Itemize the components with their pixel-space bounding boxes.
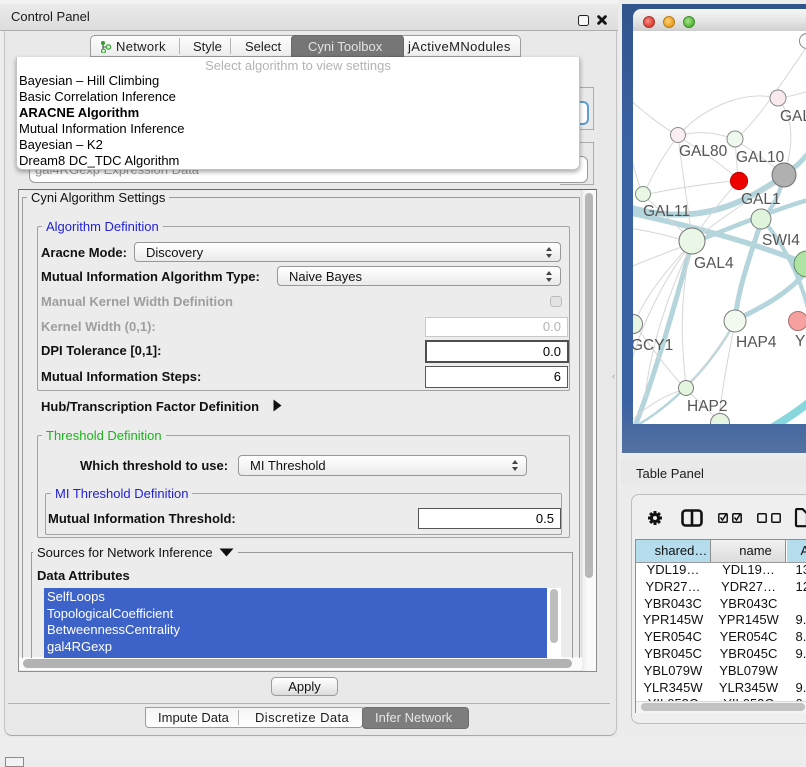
svg-text:YI: YI <box>795 333 806 350</box>
svg-text:HAP2: HAP2 <box>687 398 728 415</box>
svg-text:GAL8: GAL8 <box>780 108 806 125</box>
svg-text:GAL80: GAL80 <box>679 143 728 160</box>
svg-text:GCY1: GCY1 <box>633 337 673 354</box>
svg-text:GAL4: GAL4 <box>694 255 734 272</box>
svg-text:GAL10: GAL10 <box>736 149 785 166</box>
svg-text:GAL1: GAL1 <box>741 191 781 208</box>
svg-text:HAP4: HAP4 <box>736 334 777 351</box>
svg-text:GAL11: GAL11 <box>643 203 690 220</box>
svg-text:SWI4: SWI4 <box>762 232 800 249</box>
